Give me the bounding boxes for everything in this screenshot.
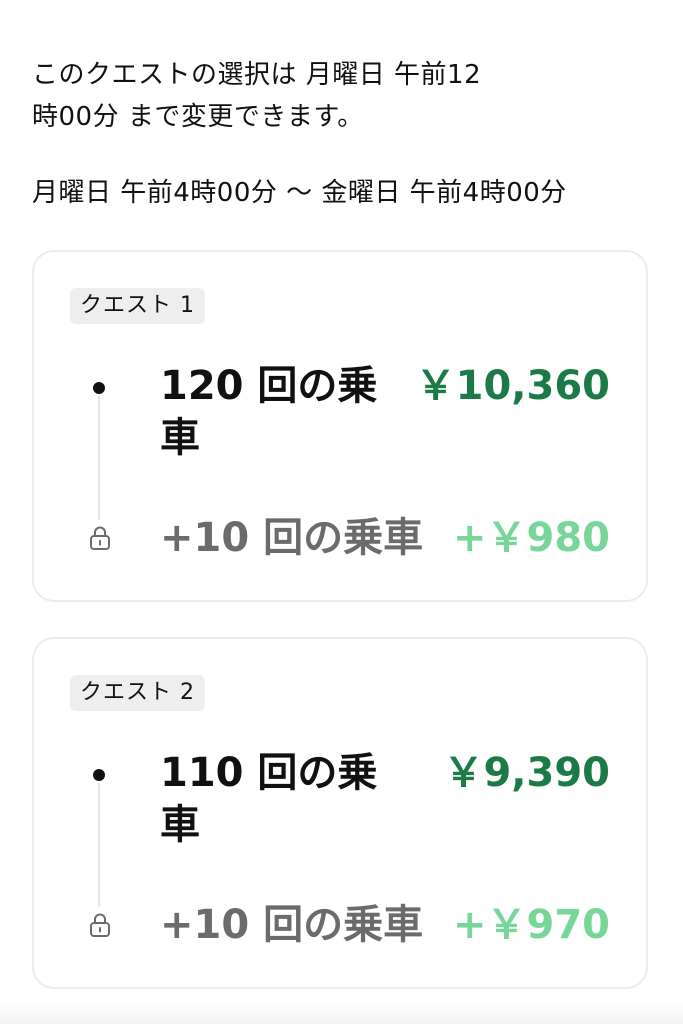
lock-icon: [88, 525, 112, 551]
quest-card-2[interactable]: クエスト 2 110 回の乗車 ￥9,390 +10 回の乗車 +￥970: [32, 637, 648, 989]
quest-badge: クエスト 2: [70, 675, 205, 711]
bullet-dot-icon: [93, 382, 105, 394]
quest-card-1[interactable]: クエスト 1 120 回の乗車 ￥10,360 +10 回の乗車 +￥980: [32, 250, 648, 602]
quest-badge: クエスト 1: [70, 288, 205, 324]
progress-line: [98, 783, 100, 907]
quest-bonus-amount: +￥970: [452, 902, 610, 948]
quest-bonus-rides: +10 回の乗車: [160, 515, 424, 561]
progress-line: [98, 396, 100, 520]
quest-rides: 110 回の乗車: [160, 750, 378, 848]
bullet-dot-icon: [93, 769, 105, 781]
quest-rides: 120 回の乗車: [160, 363, 378, 461]
quest-bonus-rides: +10 回の乗車: [160, 902, 424, 948]
quest-period-text: 月曜日 午前4時00分 〜 金曜日 午前4時00分: [32, 178, 567, 208]
quest-change-deadline-text: このクエストの選択は 月曜日 午前12時00分 まで変更できます。: [32, 60, 482, 132]
quest-bonus-amount: +￥980: [452, 515, 610, 561]
quest-amount: ￥10,360: [415, 363, 610, 409]
quest-amount: ￥9,390: [443, 750, 610, 796]
scroll-edge-shadow: [0, 1004, 683, 1024]
lock-icon: [88, 912, 112, 938]
